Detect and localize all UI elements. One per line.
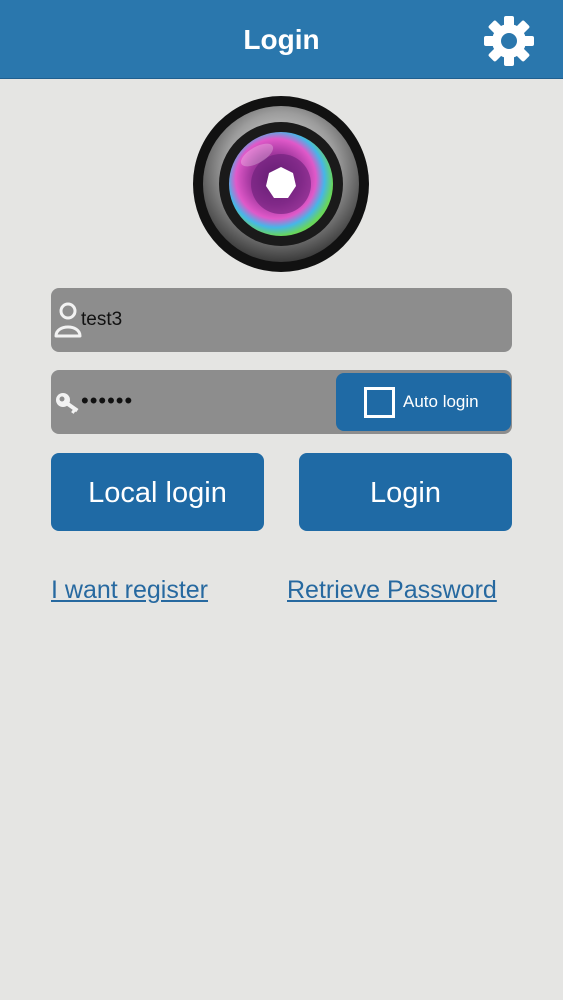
local-login-button[interactable]: Local login: [51, 453, 264, 531]
header-bar: Login: [0, 0, 563, 79]
auto-login-toggle[interactable]: Auto login: [336, 373, 511, 431]
camera-lens-icon: [193, 96, 369, 272]
key-icon: [56, 393, 79, 414]
auto-login-label: Auto login: [403, 392, 479, 411]
gear-icon: [484, 16, 534, 66]
password-input[interactable]: ••••••: [81, 370, 133, 434]
retrieve-password-link[interactable]: Retrieve Password: [287, 573, 497, 607]
register-link[interactable]: I want register: [51, 573, 208, 607]
app-logo: [192, 95, 370, 273]
password-field[interactable]: •••••• Auto login: [51, 370, 512, 434]
login-button[interactable]: Login: [299, 453, 512, 531]
username-field[interactable]: test3: [51, 288, 512, 352]
page-title: Login: [243, 24, 320, 55]
login-screen: Login test3 •••••• Auto login Local logi…: [0, 0, 563, 1000]
settings-button[interactable]: [480, 12, 538, 70]
auto-login-checkbox[interactable]: [364, 387, 395, 418]
username-input[interactable]: test3: [81, 288, 122, 352]
user-icon: [54, 302, 82, 338]
